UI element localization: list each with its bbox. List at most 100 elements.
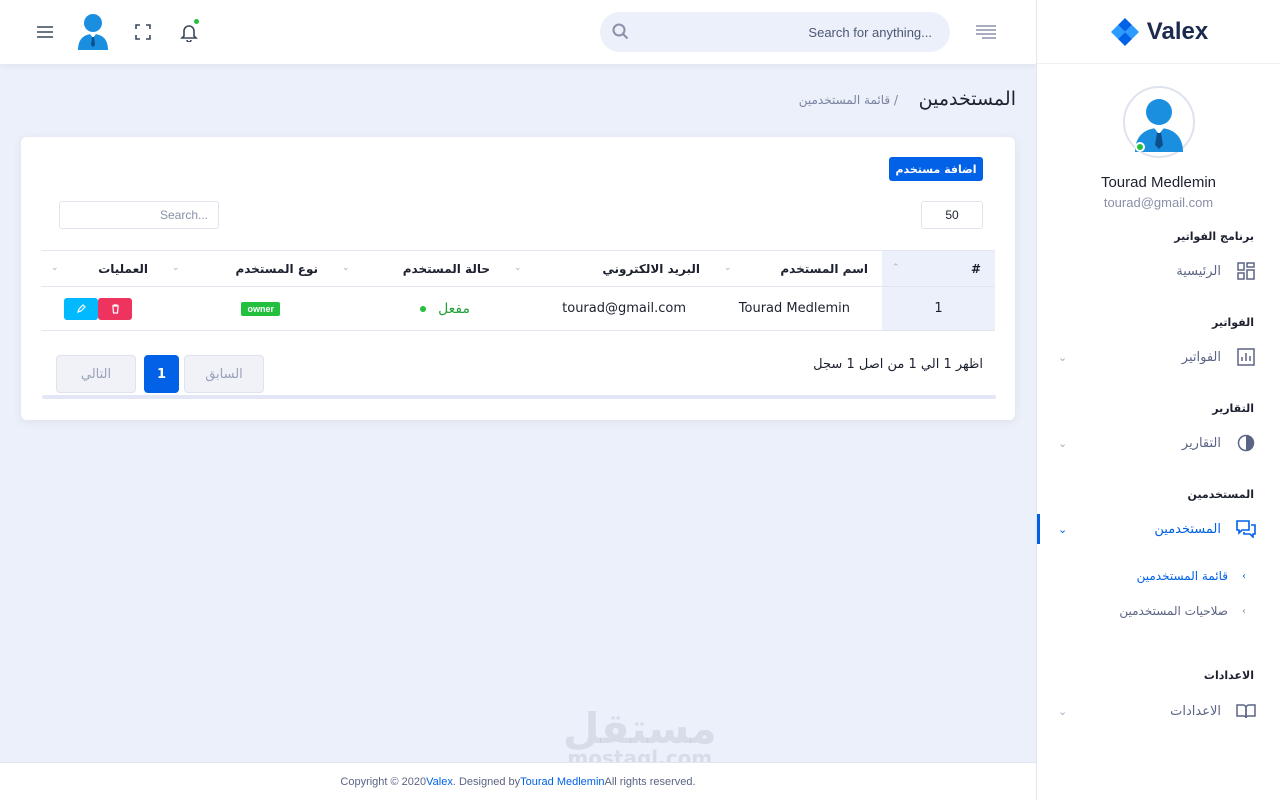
menu-icon[interactable] bbox=[33, 20, 57, 44]
column-header-username[interactable]: اسم المستخدم ⌄ bbox=[714, 250, 882, 287]
text-lines-icon[interactable] bbox=[975, 24, 997, 44]
table-search-input[interactable] bbox=[59, 201, 219, 229]
sidebar-item-label: الرئيسية bbox=[1176, 263, 1221, 279]
table-info: اظهر 1 الي 1 من اصل 1 سجل bbox=[813, 357, 983, 372]
footer-prefix: Copyright © 2020 bbox=[340, 775, 427, 788]
users-table: # ⌃ اسم المستخدم ⌄ البريد الالكتروني ⌄ حالة… bbox=[41, 250, 995, 331]
profile-name: Tourad Medlemin bbox=[1100, 174, 1217, 191]
column-header-type[interactable]: نوع المستخدم ⌄ bbox=[162, 250, 332, 287]
bar-chart-icon bbox=[1236, 347, 1256, 367]
cell-status: مفعل bbox=[332, 286, 504, 331]
chevron-down-icon: ⌄ bbox=[1058, 437, 1068, 450]
online-indicator bbox=[1134, 142, 1145, 152]
footer-suffix: All rights reserved. bbox=[604, 775, 696, 788]
sort-icon: ⌄ bbox=[342, 263, 350, 273]
column-header-number[interactable]: # ⌃ bbox=[882, 250, 995, 287]
valex-logo-icon bbox=[1110, 17, 1139, 46]
watermark: مستقل mostaql.com bbox=[563, 704, 717, 769]
sidebar-subitem-label: قائمة المستخدمين bbox=[1136, 569, 1228, 583]
status-dot bbox=[420, 306, 427, 312]
sidebar: Valex Tourad Medlemin tourad@gmail.com ب… bbox=[1036, 0, 1280, 800]
chevron-left-icon: › bbox=[1242, 570, 1246, 582]
edit-button[interactable] bbox=[64, 297, 98, 320]
footer: Copyright © 2020 Valex . Designed by Tou… bbox=[0, 762, 1036, 800]
pie-chart-icon bbox=[1236, 433, 1256, 453]
sidebar-subitem-users-list[interactable]: › قائمة المستخدمين bbox=[1036, 564, 1280, 588]
nav-category-users: المستخدمين bbox=[1187, 488, 1254, 501]
sort-icon: ⌄ bbox=[724, 263, 732, 273]
sidebar-item-label: المستخدمين bbox=[1154, 521, 1221, 537]
cell-number: 1 bbox=[882, 286, 995, 331]
sidebar-item-users[interactable]: المستخدمين ⌄ bbox=[1036, 514, 1280, 544]
nav-category-invoicing: برنامج الفواتير bbox=[1174, 230, 1254, 243]
column-label: العمليات bbox=[98, 261, 148, 276]
sort-icon: ⌄ bbox=[172, 263, 180, 273]
sort-up-icon: ⌃ bbox=[892, 263, 900, 273]
cell-actions bbox=[41, 286, 162, 331]
nav-category-reports: التقارير bbox=[1212, 402, 1254, 415]
table-row: 1 Tourad Medlemin tourad@gmail.com مفعل … bbox=[41, 286, 995, 331]
column-label: # bbox=[970, 261, 981, 276]
delete-button[interactable] bbox=[98, 297, 132, 320]
sort-icon: ⌄ bbox=[51, 263, 59, 273]
page-title: المستخدمين bbox=[918, 88, 1016, 110]
column-label: اسم المستخدم bbox=[780, 261, 868, 276]
pencil-icon bbox=[77, 303, 86, 313]
cell-type: owner bbox=[162, 286, 332, 331]
users-card: اضافة مستخدم 50 #⌃ اسم المستخدم⌄ البريد … bbox=[21, 137, 1015, 420]
sidebar-item-invoices[interactable]: الفواتير ⌄ bbox=[1036, 342, 1280, 372]
chat-icon bbox=[1236, 519, 1256, 539]
user-avatar[interactable] bbox=[77, 12, 109, 50]
sidebar-item-label: الاعدادات bbox=[1170, 703, 1221, 719]
sidebar-item-settings[interactable]: الاعدادات ⌄ bbox=[1036, 696, 1280, 726]
column-label: حالة المستخدم bbox=[402, 261, 490, 276]
breadcrumb[interactable]: / قائمة المستخدمين bbox=[799, 93, 898, 107]
profile-avatar[interactable] bbox=[1122, 86, 1195, 158]
table-header-row: # ⌃ اسم المستخدم ⌄ البريد الالكتروني ⌄ حالة… bbox=[41, 250, 995, 287]
footer-brand-link[interactable]: Valex bbox=[426, 776, 453, 788]
user-type-badge: owner bbox=[241, 302, 280, 316]
global-search-input[interactable] bbox=[636, 12, 936, 52]
footer-mid: . Designed by bbox=[452, 775, 521, 788]
search-icon[interactable] bbox=[612, 23, 629, 44]
pagination-next[interactable]: التالي bbox=[56, 355, 136, 393]
sidebar-subitem-permissions[interactable]: › صلاحيات المستخدمين bbox=[1036, 599, 1280, 623]
sidebar-subitem-label: صلاحيات المستخدمين bbox=[1119, 604, 1228, 618]
chevron-left-icon: › bbox=[1242, 605, 1246, 617]
profile: Tourad Medlemin tourad@gmail.com bbox=[1037, 64, 1280, 210]
watermark-arabic: مستقل bbox=[563, 704, 717, 753]
chevron-down-icon: ⌄ bbox=[1058, 523, 1068, 536]
fullscreen-icon[interactable] bbox=[131, 20, 155, 44]
top-header bbox=[0, 0, 1036, 64]
column-label: البريد الالكتروني bbox=[602, 261, 700, 276]
chevron-down-icon: ⌄ bbox=[1058, 705, 1068, 718]
book-icon bbox=[1236, 701, 1256, 721]
chevron-down-icon: ⌄ bbox=[1058, 351, 1068, 364]
footer-author-link[interactable]: Tourad Medlemin bbox=[520, 776, 604, 788]
nav-category-invoices: الفواتير bbox=[1212, 316, 1254, 329]
column-header-actions[interactable]: العمليات ⌄ bbox=[41, 250, 162, 287]
trash-icon bbox=[111, 303, 119, 314]
sort-icon: ⌄ bbox=[514, 263, 522, 273]
column-header-email[interactable]: البريد الالكتروني ⌄ bbox=[504, 250, 714, 287]
pagination-page-1[interactable]: 1 bbox=[144, 355, 179, 393]
column-label: نوع المستخدم bbox=[235, 261, 318, 276]
column-header-status[interactable]: حالة المستخدم ⌄ bbox=[332, 250, 504, 287]
sidebar-item-reports[interactable]: التقارير ⌄ bbox=[1036, 428, 1280, 458]
brand-name: Valex bbox=[1146, 17, 1209, 45]
status-label: مفعل bbox=[438, 300, 470, 317]
cell-username: Tourad Medlemin bbox=[714, 286, 882, 331]
profile-email: tourad@gmail.com bbox=[1103, 195, 1214, 210]
page-length-select[interactable]: 50 bbox=[921, 201, 983, 229]
notification-dot bbox=[193, 18, 200, 25]
sidebar-item-label: الفواتير bbox=[1181, 349, 1221, 365]
pagination-previous[interactable]: السابق bbox=[184, 355, 264, 393]
add-user-button[interactable]: اضافة مستخدم bbox=[889, 157, 983, 181]
sidebar-item-home[interactable]: الرئيسية bbox=[1036, 256, 1280, 286]
nav-category-settings: الاعدادات bbox=[1203, 669, 1254, 682]
dashboard-icon bbox=[1236, 261, 1256, 281]
global-search bbox=[600, 12, 950, 52]
brand[interactable]: Valex bbox=[1037, 0, 1280, 64]
horizontal-scrollbar[interactable] bbox=[42, 395, 996, 399]
sidebar-item-label: التقارير bbox=[1181, 435, 1221, 451]
